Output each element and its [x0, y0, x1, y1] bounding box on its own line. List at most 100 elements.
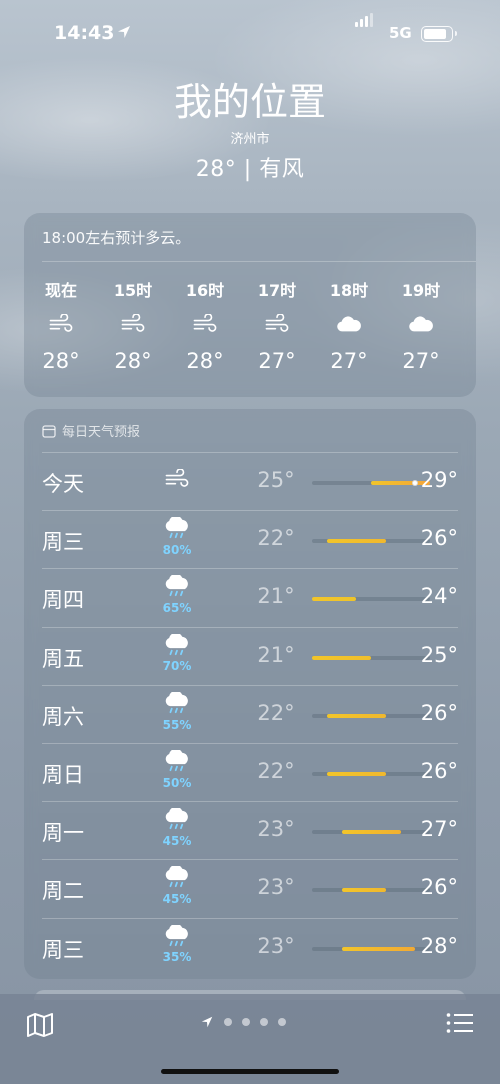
rain-chance: 45% [162, 892, 192, 907]
hour-label: 17时 [257, 281, 297, 300]
cloud-icon [391, 299, 451, 349]
wind-icon [175, 299, 235, 349]
hourly-item: 19时 27° [391, 277, 451, 373]
daily-row[interactable]: 周日 50% 22° 26° [42, 743, 458, 801]
hour-temp: 27° [258, 349, 296, 373]
rain-cloud-icon: 45% [152, 865, 202, 907]
day-name: 周五 [42, 646, 84, 671]
current-summary: 28° | 有风 [195, 157, 305, 182]
temp-range-bar [326, 713, 386, 718]
city-name: 济州市 [230, 132, 270, 147]
hour-temp: 27° [402, 349, 440, 373]
page-title: 我的位置 [173, 80, 326, 124]
hour-label: 18时 [329, 281, 369, 300]
rain-cloud-icon: 50% [152, 748, 202, 790]
day-name: 周日 [42, 763, 84, 787]
high-temp: 26° [420, 700, 458, 725]
low-temp: 21° [257, 584, 295, 609]
page-dot[interactable] [242, 1018, 250, 1026]
hour-temp: 27° [330, 349, 368, 373]
hourly-item: 现在 28° [31, 277, 91, 373]
rain-chance: 55% [162, 717, 192, 732]
temp-range-bar [312, 655, 371, 660]
hour-label: 16时 [185, 281, 225, 300]
temp-range-bar [341, 830, 401, 835]
page-dot[interactable] [260, 1018, 268, 1026]
wind-icon [152, 468, 202, 493]
high-temp: 29° [420, 468, 458, 492]
day-name: 周六 [42, 704, 84, 729]
rain-chance: 80% [162, 542, 192, 557]
daily-row[interactable]: 今天 25° 29° [42, 452, 458, 510]
page-dot[interactable] [278, 1018, 286, 1026]
low-temp: 23° [257, 817, 295, 842]
rain-chance: 45% [162, 833, 192, 848]
low-temp: 25° [257, 468, 295, 492]
high-temp: 26° [420, 526, 458, 551]
hourly-item: 15时 28° [103, 277, 163, 373]
wind-icon [247, 299, 307, 349]
temp-range-bar [326, 539, 386, 544]
divider [42, 261, 476, 262]
day-name: 周二 [42, 879, 84, 904]
list-icon[interactable] [446, 1012, 474, 1034]
wind-icon [31, 299, 91, 349]
day-name: 周一 [42, 821, 84, 846]
rain-cloud-icon: 70% [152, 632, 202, 674]
daily-row[interactable]: 周一 45% 23° 27° [42, 801, 458, 859]
day-name: 今天 [42, 472, 84, 496]
low-temp: 22° [257, 700, 295, 725]
high-temp: 26° [420, 759, 458, 783]
daily-row[interactable]: 周四 65% 21° 24° [42, 568, 458, 626]
high-temp: 25° [420, 642, 458, 667]
rain-chance: 50% [162, 775, 192, 790]
daily-header-label: 每日天气预报 [62, 425, 141, 440]
daily-row[interactable]: 周三 35% 23° 28° [42, 917, 458, 976]
hourly-item-peek: 1 [463, 277, 476, 299]
hourly-row[interactable]: 现在 28° 15时 28° 16时 28° 17时 27° 18时 27° 1… [24, 277, 476, 387]
hourly-forecast-card[interactable]: 18:00左右预计多云。 现在 28° 15时 28° 16时 28° 17时 … [24, 213, 476, 397]
battery-icon [421, 26, 457, 42]
rain-chance: 70% [162, 659, 192, 674]
hourly-item: 18时 27° [319, 277, 379, 373]
daily-row[interactable]: 周六 55% 22° 26° [42, 684, 458, 743]
calendar-icon [42, 424, 56, 438]
low-temp: 23° [257, 933, 295, 958]
daily-row[interactable]: 周二 45% 23° 26° [42, 859, 458, 917]
temp-range-bar [341, 946, 416, 951]
hour-label: 现在 [44, 281, 77, 300]
rain-cloud-icon: 35% [152, 923, 202, 965]
low-temp: 21° [257, 642, 295, 667]
low-temp: 22° [257, 526, 295, 551]
hour-label: 19时 [401, 281, 441, 300]
hour-label: 15时 [113, 281, 153, 300]
location-header: 我的位置 济州市 28° | 有风 [0, 78, 500, 183]
rain-cloud-icon: 45% [152, 806, 202, 848]
map-icon[interactable] [26, 1012, 54, 1038]
day-name: 周三 [42, 530, 84, 555]
hour-temp: 28° [42, 349, 80, 373]
network-type: 5G [389, 24, 412, 42]
high-temp: 28° [420, 933, 458, 958]
high-temp: 27° [420, 817, 458, 842]
low-temp: 23° [257, 875, 295, 900]
status-bar: 14:43 5G [0, 0, 500, 68]
cloud-icon [319, 299, 379, 349]
daily-row[interactable]: 周五 70% 21° 25° [42, 626, 458, 685]
home-indicator[interactable] [161, 1069, 339, 1074]
high-temp: 24° [420, 584, 458, 609]
rain-chance: 35% [162, 950, 192, 965]
status-time: 14:43 [54, 22, 115, 44]
page-indicator[interactable] [200, 1012, 286, 1032]
hourly-item: 16时 28° [175, 277, 235, 373]
temp-range-bar [326, 772, 386, 776]
day-name: 周三 [42, 937, 84, 962]
forecast-note: 18:00左右预计多云。 [42, 229, 191, 247]
daily-header: 每日天气预报 [42, 421, 140, 440]
rain-cloud-icon: 65% [152, 574, 202, 616]
low-temp: 22° [257, 759, 295, 783]
page-dot[interactable] [224, 1018, 232, 1026]
rain-chance: 65% [162, 601, 192, 616]
daily-forecast-card[interactable]: 每日天气预报 今天 25° 29° 周三 80% 22° 26° 周四 65% … [24, 409, 476, 979]
daily-row[interactable]: 周三 80% 22° 26° [42, 510, 458, 568]
